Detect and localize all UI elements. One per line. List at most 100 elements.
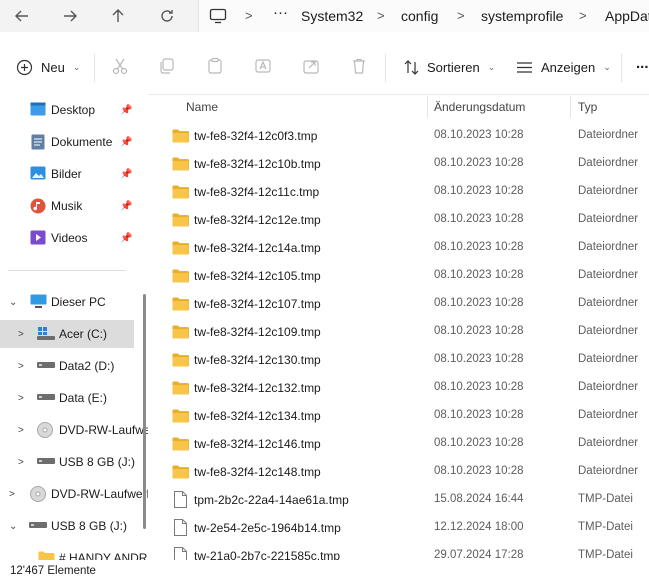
table-row[interactable]: tw-fe8-32f4-12c12e.tmp 08.10.2023 10:28 Da…: [152, 206, 649, 234]
file-type: Dateiordner: [578, 185, 639, 197]
chevron-right-icon[interactable]: >: [18, 457, 24, 468]
view-button[interactable]: Anzeigen ⌄: [516, 56, 611, 78]
table-row[interactable]: tw-fe8-32f4-12c105.tmp 08.10.2023 10:28 Da…: [152, 262, 649, 290]
chevron-down-icon: ⌄: [603, 61, 611, 72]
drive-icon: [37, 394, 55, 400]
forward-button[interactable]: [58, 4, 82, 28]
table-row[interactable]: tw-fe8-32f4-12c109.tmp 08.10.2023 10:28 Da…: [152, 318, 649, 346]
sidebar-item-handy-folder[interactable]: # HANDY ANDROID: [0, 544, 148, 560]
sidebar-item-usb-root[interactable]: ⌄ USB 8 GB (J:): [0, 512, 140, 540]
crumb-config[interactable]: config: [401, 8, 438, 24]
sidebar-item-videos[interactable]: Videos 📌: [0, 224, 140, 252]
file-name: tw-21a0-2b7c-221585c.tmp: [194, 549, 341, 560]
monitor-icon[interactable]: [209, 8, 227, 24]
divider: [94, 54, 95, 82]
file-name: tw-fe8-32f4-12c14a.tmp: [194, 241, 321, 255]
sidebar-item-documents[interactable]: Dokumente 📌: [0, 128, 140, 156]
file-name: tw-fe8-32f4-12c132.tmp: [194, 381, 321, 395]
sidebar-item-this-pc[interactable]: ⌄ Dieser PC: [0, 288, 140, 316]
divider: [621, 54, 622, 82]
chevron-down-icon[interactable]: ⌄: [9, 521, 17, 532]
share-icon[interactable]: [302, 57, 320, 75]
chevron-down-icon: ⌄: [487, 61, 496, 72]
chevron-right-icon[interactable]: >: [18, 329, 24, 340]
crumb-systemprofile[interactable]: systemprofile: [481, 8, 563, 24]
table-row[interactable]: tw-fe8-32f4-12c146.tmp 08.10.2023 10:28 Da…: [152, 430, 649, 458]
crumb-appdata[interactable]: AppData: [605, 8, 649, 24]
paste-icon[interactable]: [206, 57, 224, 75]
sidebar-item-usb-drive[interactable]: > USB 8 GB (J:): [0, 448, 140, 476]
file-type: Dateiordner: [578, 157, 639, 169]
table-row[interactable]: tw-2e54-2e5c-1964b14.tmp 12.12.2024 18:00…: [152, 514, 649, 542]
folder-icon: [172, 129, 189, 143]
copy-icon[interactable]: [158, 57, 176, 75]
table-row[interactable]: tw-fe8-32f4-12c0f3.tmp 08.10.2023 10:28 Da…: [152, 122, 649, 150]
address-bar: > ··· System32 > config > systemprofile …: [0, 0, 649, 32]
sidebar-item-drive-c[interactable]: > Acer (C:): [0, 320, 134, 348]
sidebar-item-drive-d[interactable]: > Data2 (D:): [0, 352, 140, 380]
table-row[interactable]: tw-fe8-32f4-12c10b.tmp 08.10.2023 10:28 Da…: [152, 150, 649, 178]
table-row[interactable]: tw-fe8-32f4-12c148.tmp 08.10.2023 10:28 Da…: [152, 458, 649, 486]
divider: [385, 54, 386, 82]
table-row[interactable]: tw-fe8-32f4-12c134.tmp 08.10.2023 10:28 Da…: [152, 402, 649, 430]
view-label: Anzeigen: [541, 59, 596, 75]
table-row[interactable]: tw-fe8-32f4-12c107.tmp 08.10.2023 10:28 Da…: [152, 290, 649, 318]
trash-icon[interactable]: [350, 57, 368, 75]
file-date: 08.10.2023 10:28: [434, 129, 524, 141]
chevron-right-icon[interactable]: >: [18, 361, 24, 372]
cut-icon[interactable]: [111, 57, 129, 75]
sidebar-item-label: # HANDY ANDROID: [59, 551, 148, 560]
sidebar-item-pictures[interactable]: Bilder 📌: [0, 160, 140, 188]
sidebar-item-drive-e[interactable]: > Data (E:): [0, 384, 140, 412]
more-crumbs-button[interactable]: ···: [273, 4, 288, 21]
file-icon: [174, 491, 187, 508]
refresh-button[interactable]: [155, 4, 179, 28]
chevron-right-icon[interactable]: >: [18, 425, 24, 436]
crumb-system32[interactable]: System32: [301, 8, 363, 24]
chevron-right-icon: >: [377, 8, 385, 23]
table-row[interactable]: tw-21a0-2b7c-221585c.tmp 29.07.2024 17:28…: [152, 542, 649, 560]
more-options-button[interactable]: ...: [636, 52, 649, 74]
arrow-left-icon: [15, 10, 28, 22]
usb-drive-icon: [29, 522, 47, 528]
sidebar-item-desktop[interactable]: Desktop 📌: [0, 96, 140, 124]
sidebar-item-label: Data2 (D:): [59, 359, 115, 373]
sidebar-item-dvd-drive-root[interactable]: > DVD-RW-Laufwerk: [0, 480, 148, 508]
new-button[interactable]: Neu ⌄: [16, 56, 80, 78]
chevron-down-icon[interactable]: ⌄: [9, 297, 17, 308]
table-row[interactable]: tw-fe8-32f4-12c14a.tmp 08.10.2023 10:28 Da…: [152, 234, 649, 262]
back-button[interactable]: [10, 4, 34, 28]
new-label: Neu: [41, 59, 65, 75]
pin-icon[interactable]: 📌: [120, 201, 132, 212]
disc-icon: [30, 486, 46, 502]
file-name: tw-fe8-32f4-12c134.tmp: [194, 409, 321, 423]
file-type: Dateiordner: [578, 269, 639, 281]
divider: [8, 270, 126, 271]
pin-icon[interactable]: 📌: [120, 233, 132, 244]
sidebar-item-dvd-drive[interactable]: > DVD-RW-Laufwerk: [0, 416, 148, 444]
sidebar-scrollbar[interactable]: [143, 294, 146, 529]
chevron-right-icon[interactable]: >: [9, 489, 15, 500]
up-button[interactable]: [106, 4, 130, 28]
divider[interactable]: [570, 96, 571, 118]
column-header-date[interactable]: Änderungsdatum: [434, 100, 525, 114]
divider[interactable]: [427, 96, 428, 118]
sort-button[interactable]: Sortieren ⌄: [403, 56, 495, 78]
sidebar-item-label: Dieser PC: [51, 295, 106, 309]
chevron-right-icon: >: [245, 8, 253, 23]
breadcrumb: > ··· System32 > config > systemprofile …: [198, 0, 649, 32]
chevron-right-icon[interactable]: >: [18, 393, 24, 404]
table-row[interactable]: tw-fe8-32f4-12c132.tmp 08.10.2023 10:28 Da…: [152, 374, 649, 402]
rename-icon[interactable]: [254, 57, 272, 75]
column-header-type[interactable]: Typ: [578, 100, 597, 114]
column-header-name[interactable]: Name: [186, 100, 218, 114]
sidebar-item-music[interactable]: Musik 📌: [0, 192, 140, 220]
file-name: tw-fe8-32f4-12c146.tmp: [194, 437, 321, 451]
table-row[interactable]: tw-fe8-32f4-12c130.tmp 08.10.2023 10:28 Da…: [152, 346, 649, 374]
pin-icon[interactable]: 📌: [120, 105, 132, 116]
folder-icon: [172, 409, 189, 423]
pin-icon[interactable]: 📌: [120, 137, 132, 148]
table-row[interactable]: tw-fe8-32f4-12c11c.tmp 08.10.2023 10:28 Da…: [152, 178, 649, 206]
pin-icon[interactable]: 📌: [120, 169, 132, 180]
table-row[interactable]: tpm-2b2c-22a4-14ae61a.tmp 15.08.2024 16:4…: [152, 486, 649, 514]
